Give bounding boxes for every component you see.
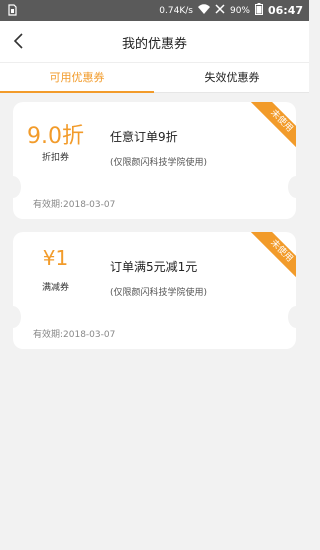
coupon-value: ¥1 (42, 246, 69, 270)
coupon-value: 9.0折 (27, 124, 84, 149)
clock: 06:47 (267, 4, 303, 17)
sim-card-icon (8, 4, 17, 19)
coupon-type: 满减券 (41, 283, 69, 293)
ticket-notch (13, 306, 21, 328)
coupon-card[interactable]: 未使用 ¥1 满减券 订单满5元减1元 (仅限颜闪科技学院使用) 有效期:201… (13, 232, 296, 349)
coupon-expiry: 有效期:2018-03-07 (33, 200, 116, 210)
status-ribbon-label: 未使用 (250, 232, 296, 278)
ticket-notch (288, 176, 296, 198)
coupon-card[interactable]: 未使用 9.0折 折扣券 任意订单9折 (仅限颜闪科技学院使用) 有效期:201… (13, 102, 296, 219)
coupon-note: (仅限颜闪科技学院使用) (110, 288, 208, 298)
page-title: 我的优惠券 (121, 37, 187, 52)
coupon-tabs: 可用优惠券 失效优惠券 (0, 62, 309, 93)
status-ribbon-label: 未使用 (250, 102, 296, 148)
ticket-notch (288, 306, 296, 328)
battery-icon (254, 3, 263, 18)
tab-expired-coupons[interactable]: 失效优惠券 (155, 63, 309, 93)
ticket-notch (13, 176, 21, 198)
no-signal-icon (215, 4, 225, 17)
coupon-title: 任意订单9折 (110, 130, 178, 144)
coupon-type: 折扣券 (41, 153, 69, 163)
status-ribbon: 未使用 (250, 232, 296, 278)
active-tab-indicator (0, 91, 154, 93)
battery-level: 90% (229, 5, 250, 16)
nav-bar: 我的优惠券 (0, 21, 309, 62)
coupon-note: (仅限颜闪科技学院使用) (110, 158, 208, 168)
tab-available-coupons[interactable]: 可用优惠券 (0, 63, 154, 93)
coupon-expiry: 有效期:2018-03-07 (33, 330, 116, 340)
status-ribbon: 未使用 (250, 102, 296, 148)
status-bar: 0.74K/s 90% 06:47 (0, 0, 309, 21)
coupon-title: 订单满5元减1元 (110, 260, 198, 274)
wifi-icon (197, 4, 210, 17)
network-speed: 0.74K/s (159, 5, 193, 16)
